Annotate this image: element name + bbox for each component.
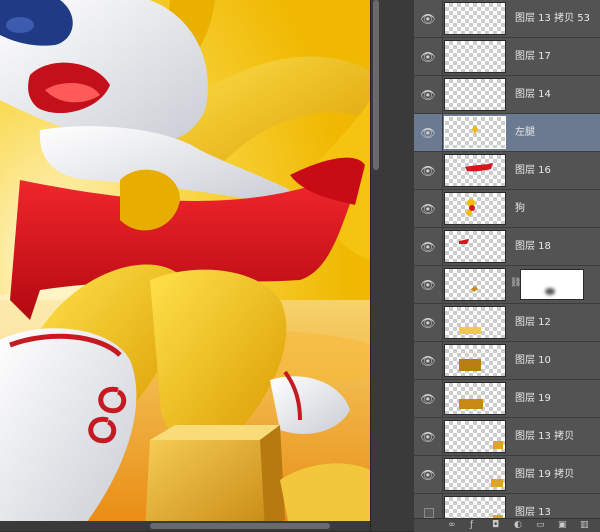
layer-thumbnail xyxy=(444,192,506,225)
thumbnail-art xyxy=(471,286,478,292)
layer-row-selected[interactable]: 👁 左腿 xyxy=(414,114,600,152)
mask-link-icon[interactable]: ⛓ xyxy=(510,278,521,290)
thumbnail-art xyxy=(493,441,503,449)
artwork-illustration xyxy=(0,0,370,531)
layer-name[interactable]: 图层 12 xyxy=(515,304,551,342)
layer-row[interactable]: 👁 图层 10 xyxy=(414,342,600,380)
layer-row-with-mask[interactable]: 👁 ⛓ xyxy=(414,266,600,304)
layer-row[interactable]: 👁 图层 19 拷贝 xyxy=(414,456,600,494)
canvas-horizontal-scrollbar[interactable] xyxy=(0,521,370,531)
trash-icon[interactable]: ▥ xyxy=(580,521,590,530)
layer-name[interactable]: 图层 10 xyxy=(515,342,551,380)
visibility-eye-icon[interactable]: 👁 xyxy=(414,418,443,456)
layer-mask-thumbnail[interactable] xyxy=(520,269,584,300)
layer-thumbnail xyxy=(444,344,506,377)
thumbnail-art xyxy=(465,163,493,172)
layer-row[interactable]: 👁 图层 16 xyxy=(414,152,600,190)
visibility-eye-icon[interactable]: 👁 xyxy=(414,342,443,380)
thumbnail-art xyxy=(459,399,483,409)
visibility-eye-icon[interactable]: 👁 xyxy=(414,152,443,190)
layer-row[interactable]: 👁 图层 12 xyxy=(414,304,600,342)
layer-thumbnail xyxy=(444,458,506,491)
visibility-eye-icon[interactable]: 👁 xyxy=(414,456,443,494)
visibility-eye-icon[interactable]: 👁 xyxy=(414,228,443,266)
layer-row[interactable]: 👁 图层 13 拷贝 53 xyxy=(414,0,600,38)
layer-row[interactable]: 👁 图层 18 xyxy=(414,228,600,266)
scrollbar-thumb[interactable] xyxy=(373,0,379,170)
new-layer-icon[interactable]: ▣ xyxy=(558,521,568,530)
layer-name[interactable]: 狗 xyxy=(515,190,525,228)
layer-thumbnail xyxy=(444,154,506,187)
adjustment-icon[interactable]: ◐ xyxy=(514,521,524,530)
thumbnail-art xyxy=(459,359,481,371)
visibility-eye-icon[interactable]: 👁 xyxy=(414,114,443,152)
layers-panel-footer: ∞ ƒ ◘ ◐ ▭ ▣ ▥ xyxy=(414,518,600,532)
layer-name[interactable]: 图层 13 拷贝 53 xyxy=(515,0,590,38)
visibility-eye-icon[interactable]: 👁 xyxy=(414,76,443,114)
layer-name[interactable]: 图层 19 xyxy=(515,380,551,418)
layer-name[interactable]: 图层 18 xyxy=(515,228,551,266)
visibility-eye-icon[interactable]: 👁 xyxy=(414,380,443,418)
visibility-eye-icon[interactable]: 👁 xyxy=(414,304,443,342)
layer-row[interactable]: 👁 狗 xyxy=(414,190,600,228)
link-icon[interactable]: ∞ xyxy=(448,521,458,530)
thumbnail-art xyxy=(466,199,475,216)
panel-dock-strip xyxy=(380,0,415,531)
folder-icon[interactable]: ▭ xyxy=(536,521,546,530)
layer-name[interactable]: 左腿 xyxy=(515,114,535,152)
layer-row[interactable]: 👁 图层 19 xyxy=(414,380,600,418)
layer-row[interactable]: 👁 图层 13 拷贝 xyxy=(414,418,600,456)
layer-thumbnail xyxy=(444,2,506,35)
thumbnail-art xyxy=(459,239,469,244)
layer-row[interactable]: 👁 图层 14 xyxy=(414,76,600,114)
visibility-eye-icon[interactable]: 👁 xyxy=(414,190,443,228)
layer-thumbnail xyxy=(444,268,506,301)
mask-icon[interactable]: ◘ xyxy=(492,521,502,530)
layer-thumbnail xyxy=(444,306,506,339)
layer-name[interactable]: 图层 16 xyxy=(515,152,551,190)
visibility-eye-icon[interactable]: 👁 xyxy=(414,0,443,38)
fx-icon[interactable]: ƒ xyxy=(470,521,480,530)
layer-thumbnail xyxy=(444,78,506,111)
layer-name[interactable]: 图层 19 拷贝 xyxy=(515,456,574,494)
layer-thumbnail xyxy=(444,420,506,453)
thumbnail-art xyxy=(491,479,503,487)
layer-thumbnail xyxy=(444,40,506,73)
layer-thumbnail xyxy=(444,382,506,415)
thumbnail-art xyxy=(459,327,481,334)
layers-panel: 👁 图层 13 拷贝 53 👁 图层 17 👁 图层 14 👁 左腿 👁 图层 … xyxy=(414,0,600,532)
layer-thumbnail xyxy=(444,230,506,263)
visibility-eye-icon[interactable]: 👁 xyxy=(414,266,443,304)
layer-row[interactable]: 👁 图层 17 xyxy=(414,38,600,76)
layer-name[interactable]: 图层 14 xyxy=(515,76,551,114)
visibility-eye-icon[interactable]: 👁 xyxy=(414,38,443,76)
scrollbar-thumb[interactable] xyxy=(150,523,330,529)
layer-name[interactable]: 图层 17 xyxy=(515,38,551,76)
document-canvas[interactable] xyxy=(0,0,370,531)
layer-thumbnail xyxy=(444,116,506,149)
layer-name[interactable]: 图层 13 拷贝 xyxy=(515,418,574,456)
thumbnail-art xyxy=(472,125,478,134)
